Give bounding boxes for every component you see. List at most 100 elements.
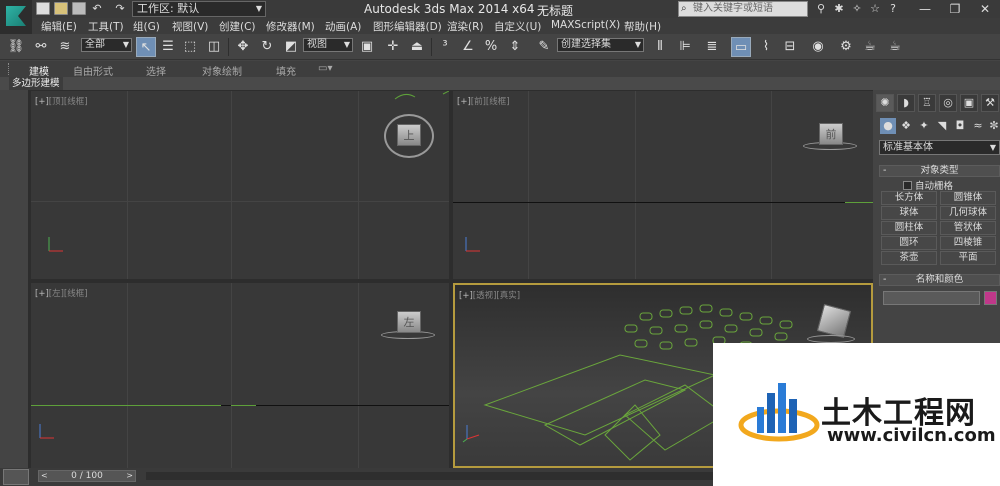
box-button[interactable]: 长方体 xyxy=(881,191,937,205)
viewport-menu[interactable]: [+] xyxy=(35,289,49,299)
open-file-icon[interactable] xyxy=(54,2,68,15)
menu-create[interactable]: 创建(C) xyxy=(219,19,256,34)
space-warps-icon[interactable]: ≈ xyxy=(970,118,986,134)
systems-icon[interactable]: ✼ xyxy=(986,118,1000,134)
save-icon[interactable] xyxy=(72,2,86,15)
hierarchy-tab-icon[interactable]: ♖ xyxy=(918,94,936,112)
viewport-left[interactable]: [+][左][线框] 左 xyxy=(31,283,449,468)
rect-selection-icon[interactable]: ⬚ xyxy=(180,37,200,57)
tube-button[interactable]: 管状体 xyxy=(940,221,996,235)
select-object-icon[interactable]: ↖ xyxy=(136,37,156,57)
geometry-icon[interactable]: ● xyxy=(880,118,896,134)
viewport-menu[interactable]: [+] xyxy=(457,97,471,107)
undo-icon[interactable]: ↶ xyxy=(90,2,104,16)
viewport-menu[interactable]: [+] xyxy=(35,97,49,107)
graphite-toolset-icon[interactable]: ▭ xyxy=(731,37,751,57)
window-crossing-icon[interactable]: ◫ xyxy=(204,37,224,57)
menu-edit[interactable]: 编辑(E) xyxy=(41,19,77,34)
minimize-button[interactable]: — xyxy=(910,0,940,18)
viewport-name[interactable]: [左] xyxy=(49,289,64,299)
menu-animation[interactable]: 动画(A) xyxy=(325,19,361,34)
teapot-button[interactable]: 茶壶 xyxy=(881,251,937,265)
ref-coord-dropdown[interactable]: 视图 ▼ xyxy=(303,38,353,52)
viewport-shading[interactable]: [线框] xyxy=(64,289,88,299)
communication-icon[interactable]: ✧ xyxy=(850,2,864,16)
viewport-top[interactable]: [+][顶][线框] 上 xyxy=(31,91,449,279)
viewport-shading[interactable]: [线框] xyxy=(64,97,88,107)
redo-icon[interactable]: ↷ xyxy=(113,2,127,16)
subscription-icon[interactable]: ✱ xyxy=(832,2,846,16)
object-color-swatch[interactable] xyxy=(984,291,997,305)
viewcube-ring[interactable] xyxy=(807,335,855,343)
bind-space-warp-icon[interactable]: ≋ xyxy=(55,37,75,57)
ribbon-tab-modeling[interactable]: 建模 xyxy=(29,63,49,78)
sphere-button[interactable]: 球体 xyxy=(881,206,937,220)
chevron-right-icon[interactable]: > xyxy=(126,471,133,481)
align-icon[interactable]: ⊫ xyxy=(675,37,695,57)
help-icon[interactable]: ? xyxy=(886,2,900,16)
object-type-rollout[interactable]: - 对象类型 xyxy=(879,165,1000,177)
render-production-icon[interactable]: ☕ xyxy=(885,37,905,57)
angle-snap-icon[interactable]: ∠ xyxy=(458,37,478,57)
rotate-icon[interactable]: ↻ xyxy=(257,37,277,57)
ribbon-panel-polygon-modeling[interactable]: 多边形建模 xyxy=(9,77,63,90)
spinner-snap-icon[interactable]: ⇕ xyxy=(505,37,525,57)
layer-manager-icon[interactable]: ≣ xyxy=(702,37,722,57)
viewport-shading[interactable]: [线框] xyxy=(486,97,510,107)
time-slider-handle[interactable]: < 0 / 100 > xyxy=(38,470,136,482)
modify-tab-icon[interactable]: ◗ xyxy=(897,94,915,112)
pivot-center-icon[interactable]: ▣ xyxy=(357,37,377,57)
menu-rendering[interactable]: 渲染(R) xyxy=(447,19,484,34)
named-selection-dropdown[interactable]: 创建选择集 ▼ xyxy=(557,38,644,52)
link-icon[interactable]: ⛓ xyxy=(6,37,26,57)
menu-tools[interactable]: 工具(T) xyxy=(88,19,124,34)
menu-graph-editors[interactable]: 图形编辑器(D) xyxy=(373,19,442,34)
mirror-icon[interactable]: ⫴ xyxy=(650,37,670,57)
rendered-frame-icon[interactable]: ☕ xyxy=(860,37,880,57)
curve-editor-icon[interactable]: ⌇ xyxy=(756,37,776,57)
ribbon-tab-selection[interactable]: 选择 xyxy=(146,63,166,78)
ribbon-options-icon[interactable]: ▭▾ xyxy=(318,63,332,74)
new-file-icon[interactable] xyxy=(36,2,50,15)
schematic-view-icon[interactable]: ⊟ xyxy=(780,37,800,57)
viewport-label[interactable]: [+][前][线框] xyxy=(457,95,510,107)
menu-modifiers[interactable]: 修改器(M) xyxy=(266,19,315,34)
autogrid-checkbox[interactable]: 自动栅格 xyxy=(903,178,953,192)
viewport-label[interactable]: [+][左][线框] xyxy=(35,287,88,299)
pyramid-button[interactable]: 四棱锥 xyxy=(940,236,996,250)
viewport-name[interactable]: [前] xyxy=(471,97,486,107)
cameras-icon[interactable]: ◥ xyxy=(934,118,950,134)
create-tab-icon[interactable]: ✺ xyxy=(876,94,894,112)
name-color-rollout[interactable]: - 名称和颜色 xyxy=(879,274,1000,286)
scale-icon[interactable]: ◩ xyxy=(281,37,301,57)
move-icon[interactable]: ✥ xyxy=(233,37,253,57)
menu-help[interactable]: 帮助(H) xyxy=(624,19,661,34)
viewport-front[interactable]: [+][前][线框] 前 xyxy=(453,91,873,279)
select-manipulate-icon[interactable]: ✛ xyxy=(383,37,403,57)
menu-views[interactable]: 视图(V) xyxy=(172,19,208,34)
helpers-icon[interactable]: ◘ xyxy=(952,118,968,134)
keyboard-shortcut-icon[interactable]: ⏏ xyxy=(407,37,427,57)
motion-tab-icon[interactable]: ◎ xyxy=(939,94,957,112)
search-input[interactable]: ⌕ 键入关键字或短语 xyxy=(678,1,808,17)
ribbon-tab-object-paint[interactable]: 对象绘制 xyxy=(202,63,242,78)
unlink-icon[interactable]: ⚯ xyxy=(31,37,51,57)
select-by-name-icon[interactable]: ☰ xyxy=(158,37,178,57)
binoculars-icon[interactable]: ⚲ xyxy=(814,2,828,16)
viewcube[interactable]: 前 xyxy=(819,123,843,145)
percent-snap-icon[interactable]: % xyxy=(481,37,501,57)
snap-3-icon[interactable]: ³ xyxy=(435,37,455,57)
viewport-layout-icon[interactable] xyxy=(3,469,29,485)
plane-button[interactable]: 平面 xyxy=(940,251,996,265)
ribbon-tab-freeform[interactable]: 自由形式 xyxy=(73,63,113,78)
menu-maxscript[interactable]: MAXScript(X) xyxy=(551,19,620,31)
menu-group[interactable]: 组(G) xyxy=(133,19,160,34)
geosphere-button[interactable]: 几何球体 xyxy=(940,206,996,220)
close-button[interactable]: ✕ xyxy=(970,0,1000,18)
viewport-name[interactable]: [顶] xyxy=(49,97,64,107)
lights-icon[interactable]: ✦ xyxy=(916,118,932,134)
selection-filter-dropdown[interactable]: 全部 ▼ xyxy=(81,38,132,52)
primitive-category-dropdown[interactable]: 标准基本体 ▼ xyxy=(879,140,1000,155)
chevron-left-icon[interactable]: < xyxy=(41,471,48,481)
edit-named-selection-icon[interactable]: ✎ xyxy=(534,37,554,57)
